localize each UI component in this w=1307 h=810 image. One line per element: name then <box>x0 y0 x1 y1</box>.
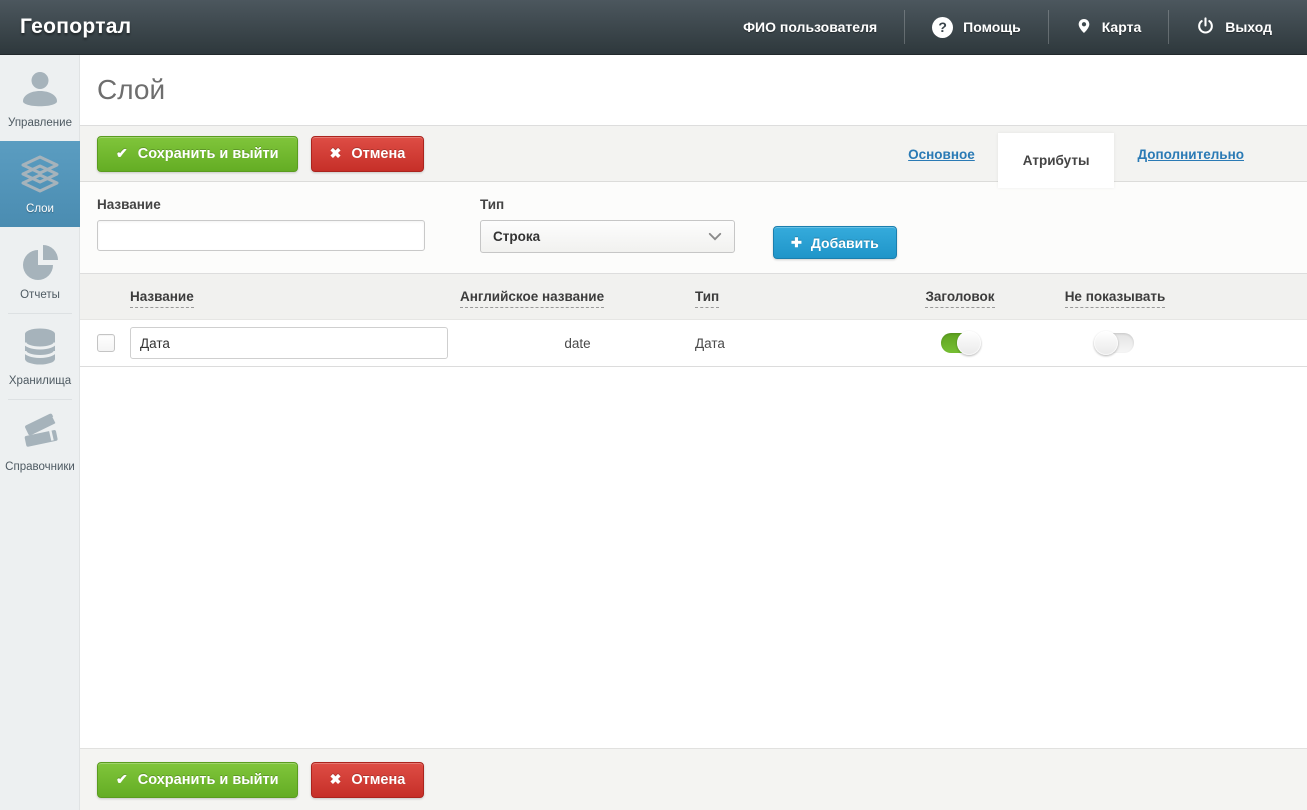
page-title: Слой <box>97 74 166 105</box>
power-icon <box>1196 16 1215 38</box>
tab-atributy-label: Атрибуты <box>1022 153 1090 168</box>
row-english-name: date <box>564 335 591 351</box>
type-field-group: Тип Строка <box>480 197 735 273</box>
user-icon <box>17 66 63 112</box>
sidebar-item-otchety[interactable]: Отчеты <box>0 227 80 313</box>
tab-atributy[interactable]: Атрибуты <box>997 133 1115 188</box>
cancel-label: Отмена <box>351 771 406 788</box>
row-name-input[interactable] <box>130 327 448 359</box>
pie-chart-icon <box>17 238 63 284</box>
database-icon <box>17 324 63 370</box>
sidebar-item-label: Отчеты <box>20 289 60 302</box>
column-header-hide[interactable]: Не показывать <box>1035 289 1195 308</box>
sidebar-item-spravochniki[interactable]: Справочники <box>0 399 80 485</box>
footer-action-bar: ✔ Сохранить и выйти ✖ Отмена <box>80 748 1307 810</box>
cross-icon: ✖ <box>329 771 342 787</box>
row-checkbox[interactable] <box>97 334 115 352</box>
app-logo[interactable]: Геопортал <box>0 15 131 39</box>
user-name-link[interactable]: ФИО пользователя <box>716 10 904 44</box>
table-row: date Дата <box>80 320 1307 367</box>
check-icon: ✔ <box>116 771 128 787</box>
tab-dopolnitelno[interactable]: Дополнительно <box>1114 147 1267 162</box>
toolbar: ✔ Сохранить и выйти ✖ Отмена Основное Ат… <box>80 126 1307 188</box>
add-attribute-label: Добавить <box>810 234 879 251</box>
name-input[interactable] <box>97 220 425 251</box>
attributes-table-header: Название Английское название Тип Заголов… <box>80 274 1307 320</box>
save-exit-label: Сохранить и выйти <box>137 145 279 162</box>
cancel-button[interactable]: ✖ Отмена <box>310 135 425 172</box>
topbar: Геопортал ФИО пользователя ? Помощь Карт… <box>0 0 1307 55</box>
help-label: Помощь <box>963 19 1021 35</box>
map-link[interactable]: Карта <box>1047 10 1169 44</box>
save-exit-button-bottom[interactable]: ✔ Сохранить и выйти <box>97 761 298 798</box>
tab-bar: Основное Атрибуты Дополнительно <box>885 126 1267 188</box>
sidebar-item-label: Управление <box>8 117 72 130</box>
map-label: Карта <box>1101 19 1142 35</box>
attribute-form: Название Тип Строка ✚ Добавить <box>80 182 1307 274</box>
tab-osnovnoe[interactable]: Основное <box>885 147 998 162</box>
chevron-down-icon <box>708 229 722 244</box>
toggle-knob <box>957 331 981 355</box>
books-icon <box>17 410 63 456</box>
sidebar-item-hranilishcha[interactable]: Хранилища <box>0 313 80 399</box>
sidebar-item-label: Справочники <box>5 461 75 474</box>
sidebar-item-upravlenie[interactable]: Управление <box>0 55 80 141</box>
column-header-type[interactable]: Тип <box>695 289 885 308</box>
name-field-group: Название <box>97 197 425 273</box>
cancel-label: Отмена <box>351 145 406 162</box>
user-name-label: ФИО пользователя <box>743 19 878 35</box>
type-field-label: Тип <box>480 197 505 212</box>
save-exit-button[interactable]: ✔ Сохранить и выйти <box>97 135 298 172</box>
layers-icon <box>17 152 63 198</box>
save-exit-label: Сохранить и выйти <box>137 771 279 788</box>
sidebar-item-sloi[interactable]: Слои <box>0 141 80 227</box>
logout-link[interactable]: Выход <box>1168 10 1299 44</box>
cancel-button-bottom[interactable]: ✖ Отмена <box>310 761 425 798</box>
caption-toggle[interactable] <box>941 331 981 355</box>
map-pin-icon <box>1076 16 1092 39</box>
sidebar-item-label: Слои <box>26 203 54 216</box>
check-icon: ✔ <box>116 145 128 161</box>
toggle-knob <box>1094 331 1118 355</box>
logout-label: Выход <box>1225 19 1272 35</box>
hide-toggle[interactable] <box>1094 331 1134 355</box>
column-header-english-name[interactable]: Английское название <box>460 289 695 308</box>
sidebar: Управление Слои Отчеты Хранилища Справоч… <box>0 55 80 810</box>
row-type: Дата <box>695 335 725 351</box>
column-header-name[interactable]: Название <box>130 289 460 308</box>
sidebar-item-label: Хранилища <box>8 375 72 388</box>
column-header-caption[interactable]: Заголовок <box>885 289 1035 308</box>
help-link[interactable]: ? Помощь <box>904 10 1048 44</box>
topnav: ФИО пользователя ? Помощь Карта Выход <box>716 0 1307 54</box>
cross-icon: ✖ <box>329 145 342 161</box>
plus-icon: ✚ <box>791 234 802 250</box>
main-content: Слой ✔ Сохранить и выйти ✖ Отмена Основн… <box>80 55 1307 810</box>
type-select-value: Строка <box>493 229 541 244</box>
add-attribute-button[interactable]: ✚ Добавить <box>773 226 897 259</box>
help-icon: ? <box>932 16 954 38</box>
page-header: Слой <box>80 55 1307 126</box>
name-field-label: Название <box>97 197 161 212</box>
type-select[interactable]: Строка <box>480 220 735 253</box>
